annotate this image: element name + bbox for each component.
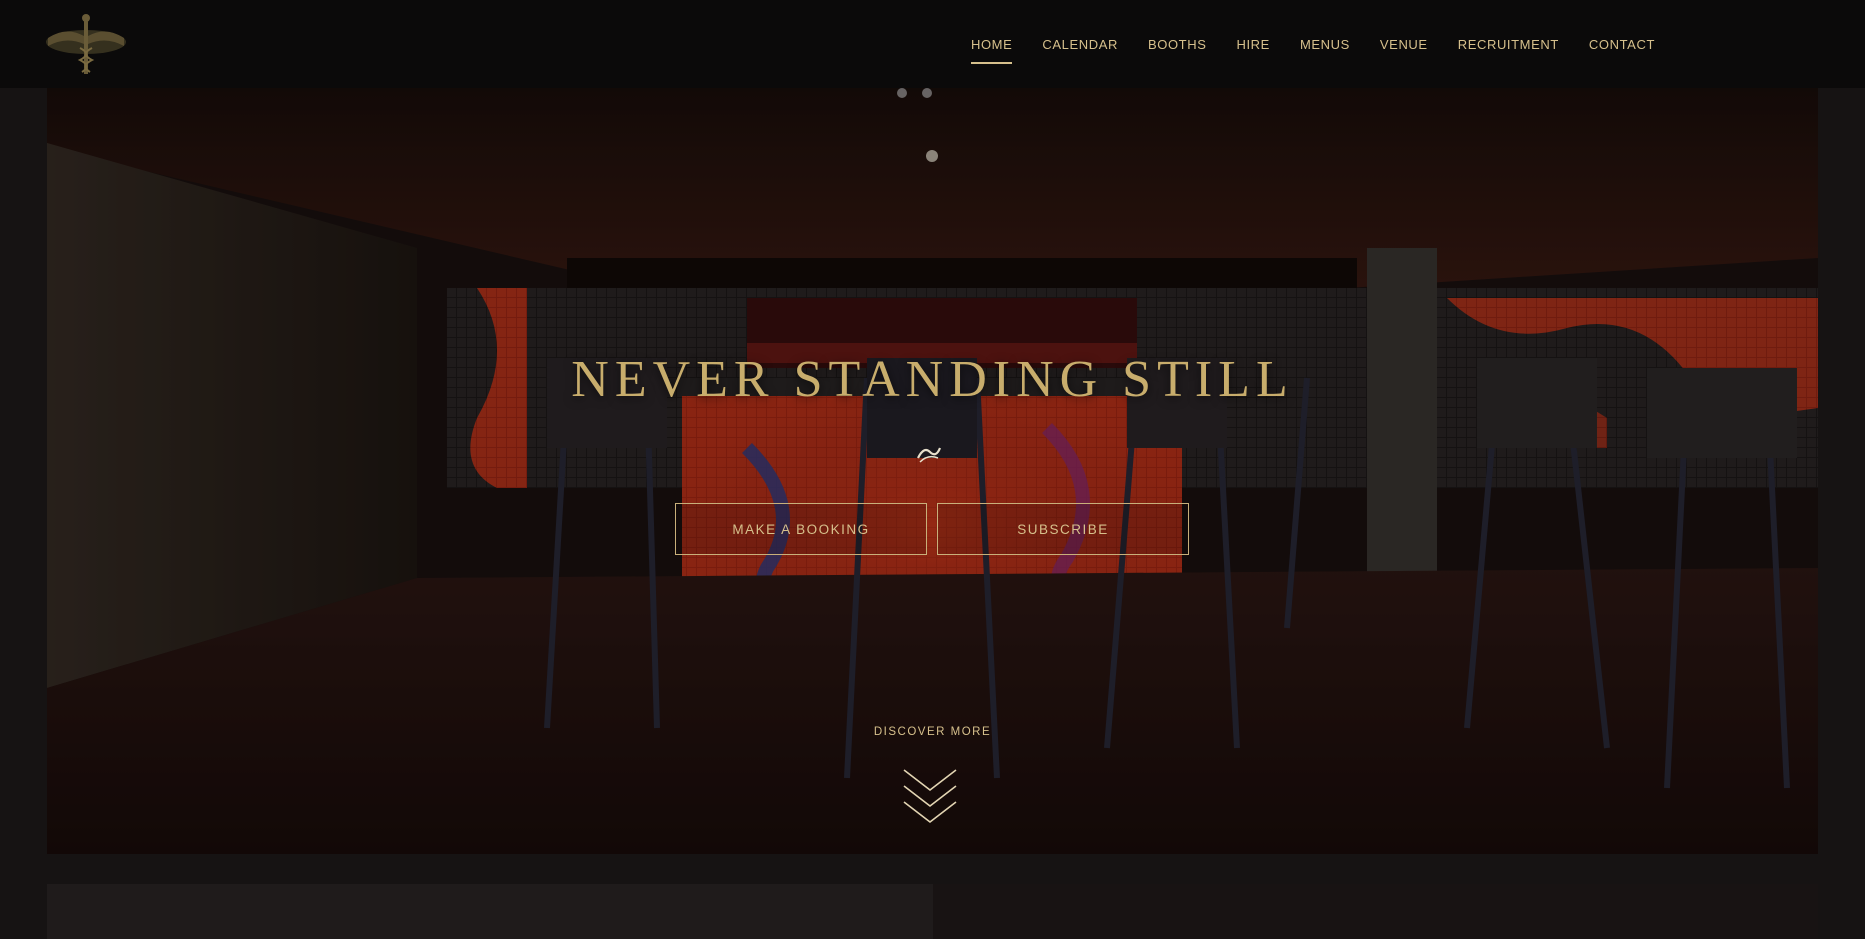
next-section-left-panel [47, 884, 933, 939]
discover-more-link[interactable]: DISCOVER MORE [47, 726, 1818, 738]
next-section-right-panel [933, 884, 1818, 939]
make-a-booking-button[interactable]: MAKE A BOOKING [675, 503, 927, 555]
subscribe-button[interactable]: SUBSCRIBE [937, 503, 1189, 555]
chevron-down-triple-icon[interactable] [902, 766, 958, 826]
hero-title: NEVER STANDING STILL [571, 351, 1294, 408]
nav-item-recruitment[interactable]: RECRUITMENT [1458, 31, 1559, 58]
hero-banner: NEVER STANDING STILL MAKE A BOOKING SUBS… [47, 88, 1818, 854]
nav-item-venue[interactable]: VENUE [1380, 31, 1428, 58]
main-nav: HOME CALENDAR BOOTHS HIRE MENUS VENUE RECRUITM… [941, 0, 1655, 88]
nav-item-contact[interactable]: CONTACT [1589, 31, 1655, 58]
nav-item-booths[interactable]: BOOTHS [1148, 31, 1207, 58]
nav-item-menus[interactable]: MENUS [1300, 31, 1350, 58]
next-section-preview [47, 884, 1818, 939]
caduceus-logo-icon[interactable] [44, 12, 128, 76]
nav-item-home[interactable]: HOME [970, 31, 1013, 64]
nav-item-calendar[interactable]: CALENDAR [1042, 31, 1118, 58]
site-header: HOME CALENDAR BOOTHS HIRE MENUS VENUE RECRUITM… [0, 0, 1865, 88]
hero-background-image [47, 88, 1818, 854]
nav-item-hire[interactable]: HIRE [1236, 31, 1269, 58]
script-s-logo-icon [914, 442, 944, 464]
